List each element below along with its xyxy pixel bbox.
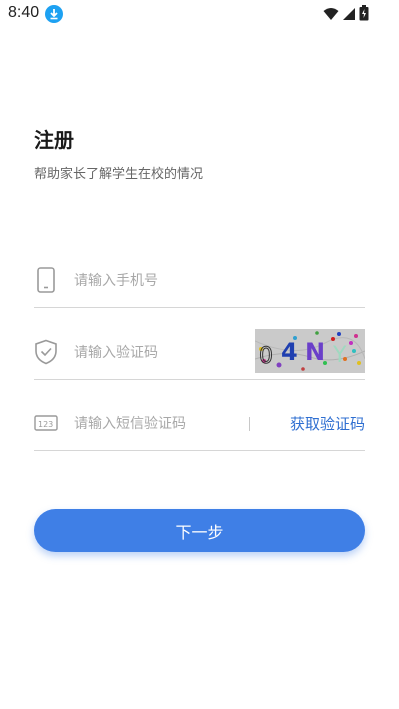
status-bar: 8:40 bbox=[0, 0, 399, 28]
captcha-image[interactable]: 0 4 N Y bbox=[255, 329, 365, 373]
sms-divider bbox=[249, 417, 250, 431]
captcha-char-0: 0 bbox=[259, 344, 273, 369]
battery-icon bbox=[359, 5, 369, 25]
download-icon bbox=[45, 5, 63, 23]
svg-text:123: 123 bbox=[38, 420, 53, 429]
wifi-icon bbox=[323, 6, 339, 25]
status-icons bbox=[323, 5, 369, 25]
get-code-button[interactable]: 获取验证码 bbox=[290, 413, 365, 434]
sms-field-row: 123 获取验证码 bbox=[34, 400, 365, 451]
captcha-char-y: Y bbox=[332, 343, 347, 368]
page-subtitle: 帮助家长了解学生在校的情况 bbox=[34, 167, 204, 182]
shield-check-icon bbox=[34, 339, 58, 365]
sms-code-icon: 123 bbox=[34, 410, 58, 436]
status-time: 8:40 bbox=[8, 4, 40, 21]
captcha-input[interactable] bbox=[74, 341, 254, 365]
captcha-char-4: 4 bbox=[281, 338, 298, 366]
phone-icon bbox=[34, 267, 58, 293]
phone-field-row bbox=[34, 257, 365, 308]
phone-input[interactable] bbox=[74, 269, 254, 293]
captcha-char-n: N bbox=[305, 338, 325, 366]
signal-icon bbox=[342, 6, 356, 25]
next-button[interactable]: 下一步 bbox=[34, 509, 365, 552]
page-title: 注册 bbox=[34, 128, 74, 152]
captcha-field-row: 0 4 N Y bbox=[34, 329, 365, 380]
sms-code-input[interactable] bbox=[74, 412, 254, 436]
